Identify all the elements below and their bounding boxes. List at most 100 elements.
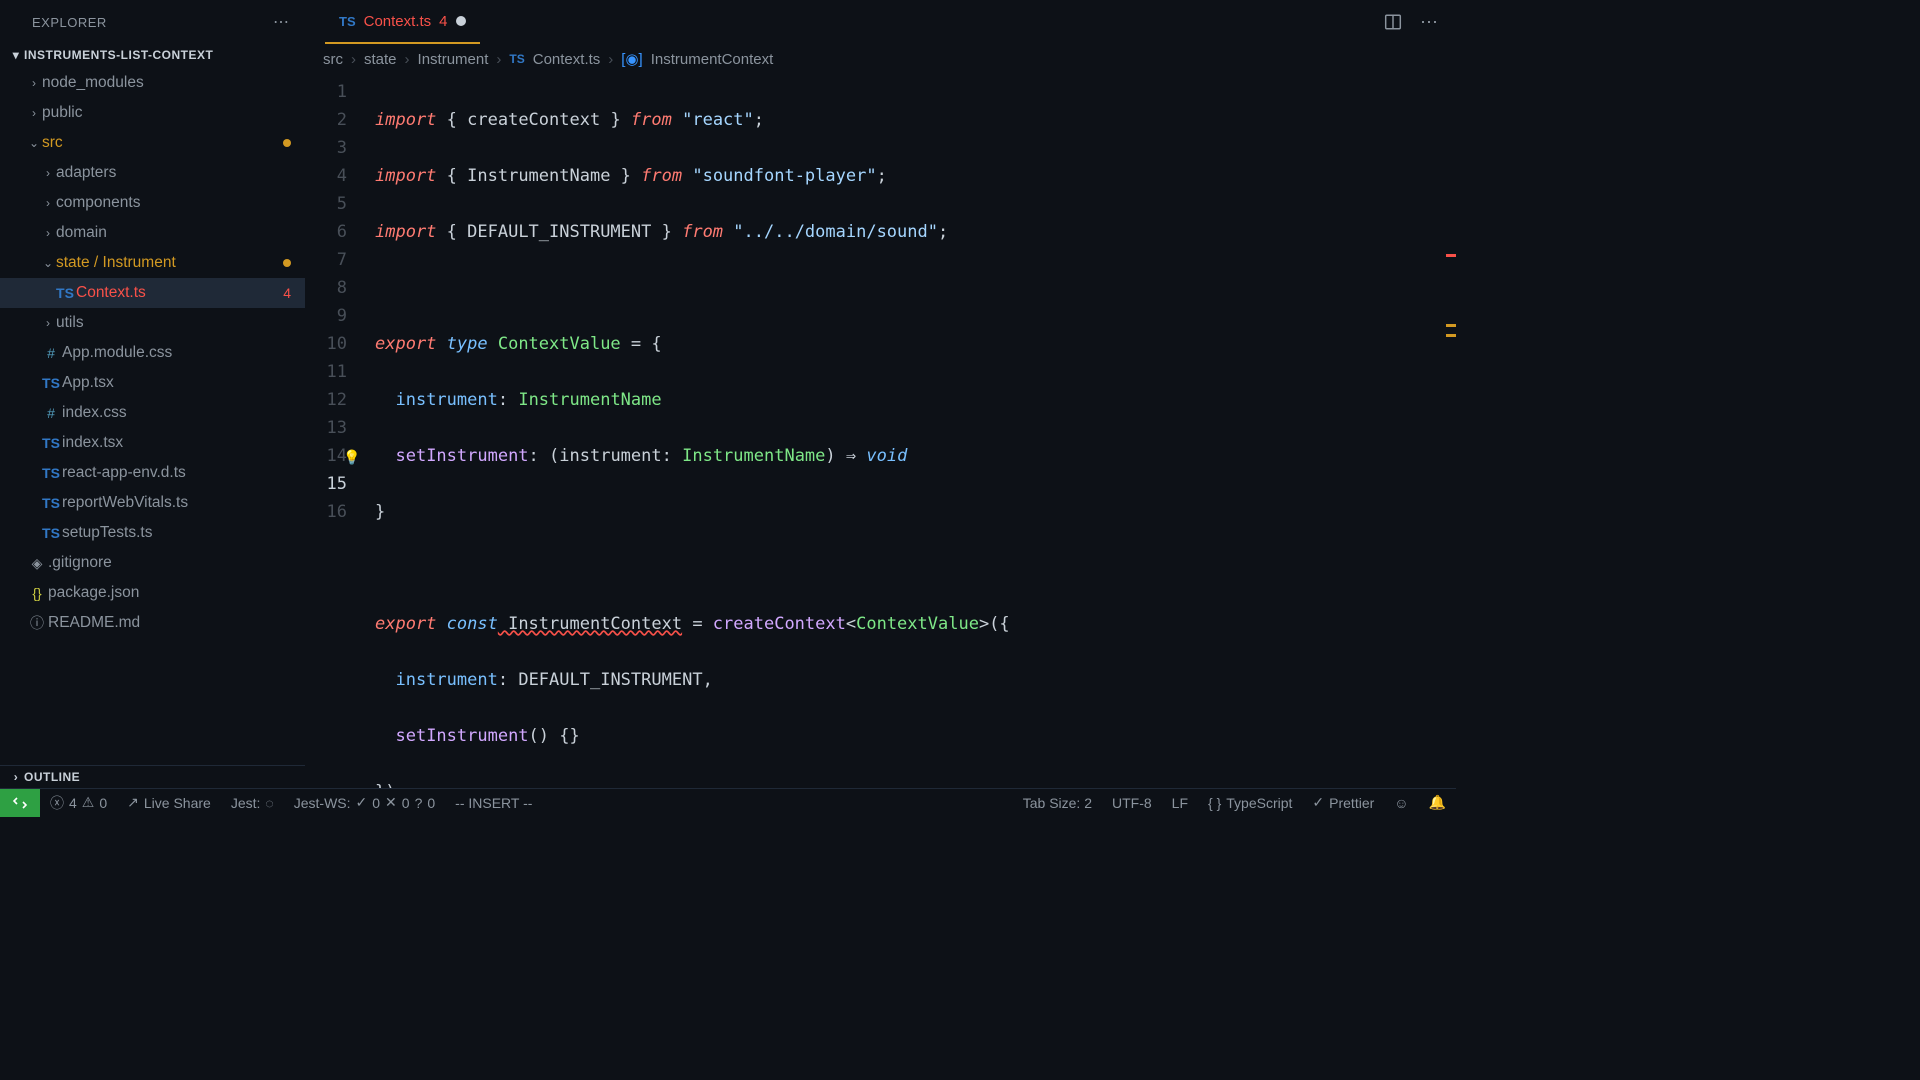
- ts-file-icon: TS: [40, 375, 62, 391]
- tree-folder-utils[interactable]: ›utils: [0, 308, 305, 338]
- tree-file-gitignore[interactable]: ◈.gitignore: [0, 548, 305, 578]
- status-bar: ⓧ4 ⚠0 ↗Live Share Jest:◌ Jest-WS: ✓0 ✕0 …: [0, 788, 1456, 816]
- tree-file-index-tsx[interactable]: TSindex.tsx: [0, 428, 305, 458]
- ellipsis-icon[interactable]: ⋯: [273, 12, 291, 32]
- chevron-down-icon: ⌄: [40, 256, 56, 270]
- tree-file-report-web-vitals[interactable]: TSreportWebVitals.ts: [0, 488, 305, 518]
- breadcrumb-segment[interactable]: Context.ts: [533, 51, 601, 68]
- tab-error-count: 4: [439, 13, 447, 30]
- chevron-right-icon: ›: [26, 76, 42, 90]
- error-count-badge: 4: [283, 285, 291, 301]
- info-icon: ⓘ: [26, 613, 48, 633]
- feedback-icon[interactable]: ☺: [1384, 789, 1418, 816]
- editor-column: TS Context.ts 4 ⋯ src › state › Instrument…: [305, 0, 1456, 788]
- question-icon: ?: [415, 795, 423, 811]
- prettier-status[interactable]: ✓Prettier: [1302, 789, 1384, 816]
- explorer-sidebar: EXPLORER ⋯ ▾ INSTRUMENTS-LIST-CONTEXT ›n…: [0, 0, 305, 788]
- ts-file-icon: TS: [40, 525, 62, 541]
- language-mode-selector[interactable]: { }TypeScript: [1198, 789, 1302, 816]
- jest-status[interactable]: Jest:◌: [221, 789, 284, 816]
- ts-file-icon: TS: [40, 465, 62, 481]
- problems-indicator[interactable]: ⓧ4 ⚠0: [40, 789, 117, 816]
- spinner-icon: ◌: [265, 795, 273, 811]
- chevron-right-icon: ›: [8, 770, 24, 784]
- breadcrumb-symbol[interactable]: InstrumentContext: [651, 51, 774, 68]
- breadcrumb-segment[interactable]: src: [323, 51, 343, 68]
- check-icon: ✓: [1312, 794, 1324, 811]
- braces-icon: {}: [26, 585, 48, 601]
- chevron-right-icon: ›: [40, 226, 56, 240]
- modified-dot-icon: [283, 259, 291, 267]
- workspace-name: INSTRUMENTS-LIST-CONTEXT: [24, 48, 213, 62]
- tab-context-ts[interactable]: TS Context.ts 4: [325, 0, 480, 44]
- chevron-down-icon: ▾: [8, 48, 24, 62]
- tab-size-selector[interactable]: Tab Size: 2: [1013, 789, 1102, 816]
- error-icon: ⓧ: [50, 793, 64, 813]
- chevron-down-icon: ⌄: [26, 136, 42, 150]
- line-gutter: 1 2 3 4 5 6 7 8 9 10 11 12 13 💡14 15 16: [305, 78, 375, 788]
- explorer-header: EXPLORER ⋯: [0, 0, 305, 44]
- remote-indicator[interactable]: [0, 789, 40, 817]
- code-editor[interactable]: 1 2 3 4 5 6 7 8 9 10 11 12 13 💡14 15 16 …: [305, 74, 1456, 788]
- modified-dot-icon: [283, 139, 291, 147]
- hash-icon: #: [40, 405, 62, 421]
- file-tree: ›node_modules ›public ⌄src ›adapters ›co…: [0, 66, 305, 765]
- more-actions-icon[interactable]: ⋯: [1420, 12, 1440, 33]
- chevron-right-icon: ›: [40, 316, 56, 330]
- overview-ruler[interactable]: [1444, 74, 1456, 788]
- vim-mode-indicator: -- INSERT --: [445, 789, 542, 816]
- chevron-right-icon: ›: [405, 51, 410, 68]
- eol-selector[interactable]: LF: [1162, 789, 1198, 816]
- tree-folder-src[interactable]: ⌄src: [0, 128, 305, 158]
- live-share-button[interactable]: ↗Live Share: [117, 789, 221, 816]
- tabs-row: TS Context.ts 4 ⋯: [305, 0, 1456, 44]
- tree-folder-domain[interactable]: ›domain: [0, 218, 305, 248]
- tree-file-package-json[interactable]: {}package.json: [0, 578, 305, 608]
- chevron-right-icon: ›: [608, 51, 613, 68]
- encoding-selector[interactable]: UTF-8: [1102, 789, 1162, 816]
- chevron-right-icon: ›: [40, 166, 56, 180]
- ts-file-icon: TS: [40, 495, 62, 511]
- git-icon: ◈: [26, 555, 48, 572]
- tree-file-app-tsx[interactable]: TSApp.tsx: [0, 368, 305, 398]
- explorer-title: EXPLORER: [32, 15, 107, 30]
- tree-file-setup-tests[interactable]: TSsetupTests.ts: [0, 518, 305, 548]
- unsaved-dot-icon: [456, 16, 466, 26]
- tree-file-readme[interactable]: ⓘREADME.md: [0, 608, 305, 638]
- hash-icon: #: [40, 345, 62, 361]
- notifications-icon[interactable]: 🔔: [1419, 789, 1456, 816]
- split-editor-icon[interactable]: [1384, 13, 1402, 31]
- tree-folder-public[interactable]: ›public: [0, 98, 305, 128]
- x-icon: ✕: [385, 794, 397, 811]
- breadcrumb-segment[interactable]: Instrument: [418, 51, 489, 68]
- jest-ws-status[interactable]: Jest-WS: ✓0 ✕0 ?0: [284, 789, 445, 816]
- outline-section-header[interactable]: › OUTLINE: [0, 765, 305, 788]
- warning-icon: ⚠: [82, 794, 95, 811]
- chevron-right-icon: ›: [40, 196, 56, 210]
- tree-folder-adapters[interactable]: ›adapters: [0, 158, 305, 188]
- breadcrumb[interactable]: src › state › Instrument › TS Context.ts › […: [305, 44, 1456, 74]
- tree-folder-node-modules[interactable]: ›node_modules: [0, 68, 305, 98]
- code-content[interactable]: import { createContext } from "react"; i…: [375, 78, 1456, 788]
- broadcast-icon: ↗: [127, 794, 139, 811]
- tree-file-index-css[interactable]: #index.css: [0, 398, 305, 428]
- tree-folder-components[interactable]: ›components: [0, 188, 305, 218]
- outline-title: OUTLINE: [24, 770, 80, 784]
- ts-file-icon: TS: [339, 14, 356, 29]
- tree-file-app-module-css[interactable]: #App.module.css: [0, 338, 305, 368]
- tree-file-react-app-env[interactable]: TSreact-app-env.d.ts: [0, 458, 305, 488]
- ts-file-icon: TS: [54, 285, 76, 301]
- ts-file-icon: TS: [40, 435, 62, 451]
- ts-file-icon: TS: [509, 52, 524, 66]
- check-icon: ✓: [356, 794, 368, 811]
- braces-icon: { }: [1208, 795, 1221, 811]
- chevron-right-icon: ›: [496, 51, 501, 68]
- variable-symbol-icon: [◉]: [621, 50, 642, 68]
- tree-folder-state-instrument[interactable]: ⌄state / Instrument: [0, 248, 305, 278]
- chevron-right-icon: ›: [26, 106, 42, 120]
- tree-file-context-ts[interactable]: TSContext.ts4: [0, 278, 305, 308]
- lightbulb-icon[interactable]: 💡: [343, 444, 360, 472]
- workspace-section-header[interactable]: ▾ INSTRUMENTS-LIST-CONTEXT: [0, 44, 305, 66]
- breadcrumb-segment[interactable]: state: [364, 51, 397, 68]
- chevron-right-icon: ›: [351, 51, 356, 68]
